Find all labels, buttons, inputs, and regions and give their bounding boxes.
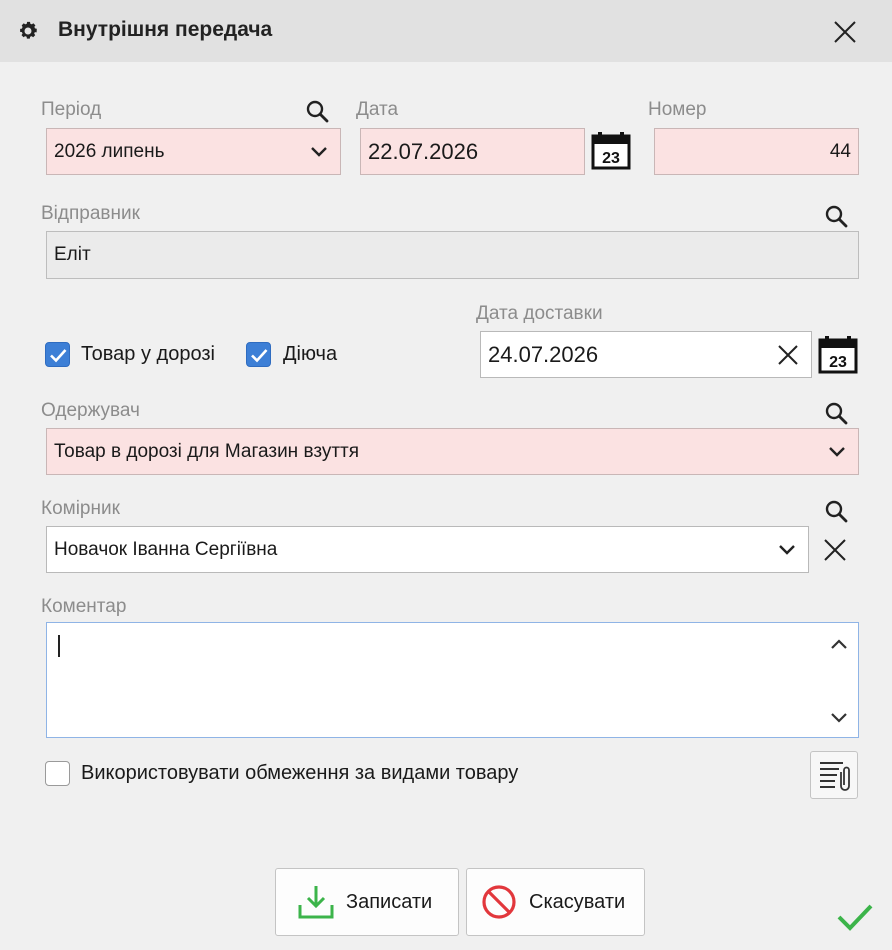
delivery-date-value: 24.07.2026 <box>488 341 599 367</box>
clear-icon[interactable] <box>777 344 799 366</box>
checkmark-icon <box>837 904 873 931</box>
search-icon[interactable] <box>305 99 329 123</box>
title-bar: Внутрішня передача <box>0 0 892 62</box>
period-select[interactable]: 2026 липень <box>46 128 341 175</box>
chevron-down-icon[interactable] <box>310 146 328 158</box>
comment-label: Коментар <box>41 596 127 617</box>
save-button[interactable]: Записати <box>275 868 459 936</box>
restrictions-checkbox[interactable] <box>45 761 70 786</box>
number-label: Номер <box>648 99 707 120</box>
calendar-day: 23 <box>602 150 620 167</box>
delivery-date-field[interactable]: 24.07.2026 <box>480 331 812 378</box>
in-transit-label: Товар у дорозі <box>81 343 215 365</box>
checkmark-icon <box>251 349 268 363</box>
date-field[interactable]: 22.07.2026 <box>360 128 585 175</box>
scroll-up-icon[interactable] <box>829 637 849 651</box>
storekeeper-value: Новачок Іванна Сергіївна <box>54 538 278 560</box>
number-value: 44 <box>829 140 851 162</box>
restrictions-label: Використовувати обмеження за видами това… <box>81 762 519 784</box>
calendar-day: 23 <box>829 354 847 371</box>
calendar-icon[interactable]: 23 <box>818 336 858 374</box>
save-download-icon <box>298 886 334 919</box>
close-icon[interactable] <box>832 19 858 45</box>
receiver-select[interactable]: Товар в дорозі для Магазин взуття <box>46 428 859 475</box>
cancel-label: Скасувати <box>529 890 626 913</box>
window-title: Внутрішня передача <box>58 18 273 41</box>
active-checkbox[interactable] <box>246 342 271 367</box>
cancel-forbidden-icon <box>482 885 516 919</box>
gear-icon <box>20 21 37 39</box>
search-icon[interactable] <box>824 401 848 425</box>
attachment-button[interactable] <box>810 751 858 799</box>
period-label: Період <box>41 99 102 120</box>
chevron-down-icon[interactable] <box>778 544 796 556</box>
sender-label: Відправник <box>41 203 140 224</box>
save-label: Записати <box>346 890 433 913</box>
cancel-button[interactable]: Скасувати <box>466 868 645 936</box>
chevron-down-icon[interactable] <box>828 446 846 458</box>
calendar-icon[interactable]: 23 <box>591 132 631 170</box>
scroll-down-icon[interactable] <box>829 711 849 725</box>
search-icon[interactable] <box>824 204 848 228</box>
attachment-icon <box>820 762 850 791</box>
active-label: Діюча <box>283 343 338 365</box>
delivery-date-label: Дата доставки <box>476 303 603 324</box>
sender-field[interactable]: Еліт <box>46 231 859 279</box>
in-transit-checkbox[interactable] <box>45 342 70 367</box>
comment-textarea[interactable] <box>46 622 859 738</box>
date-value: 22.07.2026 <box>368 138 479 164</box>
receiver-value: Товар в дорозі для Магазин взуття <box>54 440 360 462</box>
storekeeper-label: Комірник <box>41 498 120 519</box>
date-label: Дата <box>356 99 399 120</box>
text-caret <box>58 635 60 657</box>
period-value: 2026 липень <box>54 140 165 162</box>
number-field[interactable]: 44 <box>654 128 859 175</box>
storekeeper-select[interactable]: Новачок Іванна Сергіївна <box>46 526 809 573</box>
receiver-label: Одержувач <box>41 400 140 421</box>
checkmark-icon <box>50 349 67 363</box>
sender-value: Еліт <box>54 244 91 265</box>
clear-icon[interactable] <box>823 538 847 562</box>
search-icon[interactable] <box>824 499 848 523</box>
